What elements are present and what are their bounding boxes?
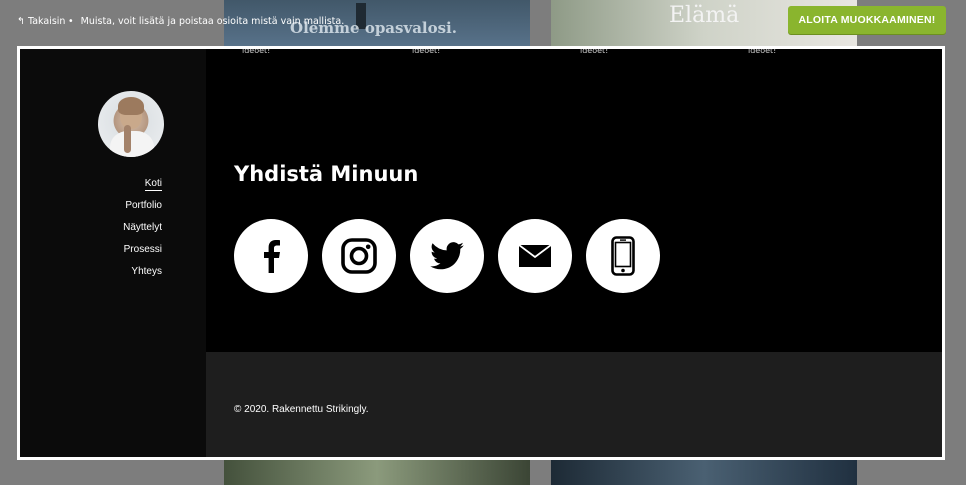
sidebar-item-portfolio[interactable]: Portfolio: [123, 199, 162, 212]
previous-section-text: ideoet!: [412, 46, 441, 55]
sidebar-item-nayttelyt[interactable]: Näyttelyt: [123, 221, 162, 234]
social-icons: [234, 219, 660, 293]
template-preview: Koti Portfolio Näyttelyt Prosessi Yhteys…: [17, 46, 945, 460]
facebook-button[interactable]: [234, 219, 308, 293]
template-thumbnail: [551, 460, 857, 485]
section-heading: Yhdistä Minuun: [234, 162, 419, 186]
tip-message: Muista, voit lisätä ja poistaa osioita m…: [80, 16, 345, 27]
template-thumbnail: [224, 460, 530, 485]
back-arrow-icon: ↰: [17, 16, 25, 27]
copyright-text: © 2020. Rakennettu Strikingly.: [234, 404, 369, 415]
instagram-icon: [341, 238, 377, 274]
sidebar-item-prosessi[interactable]: Prosessi: [123, 243, 162, 256]
previous-section-text: ideoet!: [748, 46, 777, 55]
previous-section-text: ideoet!: [242, 46, 271, 55]
previous-section-text: ideoet!: [580, 46, 609, 55]
back-link[interactable]: ↰ Takaisin: [17, 16, 65, 27]
top-bar: ↰ Takaisin • Muista, voit lisätä ja poist…: [0, 0, 966, 44]
facebook-icon: [264, 240, 280, 273]
separator-dot: •: [68, 16, 74, 27]
phone-icon: [611, 236, 635, 276]
mail-icon: [519, 245, 551, 267]
back-label: Takaisin: [27, 16, 66, 27]
phone-button[interactable]: [586, 219, 660, 293]
twitter-button[interactable]: [410, 219, 484, 293]
sidebar-item-koti[interactable]: Koti: [123, 177, 162, 191]
sidebar: Koti Portfolio Näyttelyt Prosessi Yhteys: [20, 49, 206, 457]
sidebar-nav: Koti Portfolio Näyttelyt Prosessi Yhteys: [123, 177, 162, 287]
footer: © 2020. Rakennettu Strikingly.: [206, 352, 942, 457]
avatar: [98, 91, 164, 157]
start-editing-button[interactable]: ALOITA MUOKKAAMINEN!: [788, 6, 946, 34]
tip-text: • Muista, voit lisätä ja poistaa osioita…: [68, 16, 344, 27]
connect-section: ideoet! ideoet! ideoet! ideoet! Yhdistä …: [206, 49, 942, 352]
sidebar-item-yhteys[interactable]: Yhteys: [123, 265, 162, 278]
mail-button[interactable]: [498, 219, 572, 293]
instagram-button[interactable]: [322, 219, 396, 293]
twitter-icon: [430, 242, 464, 270]
